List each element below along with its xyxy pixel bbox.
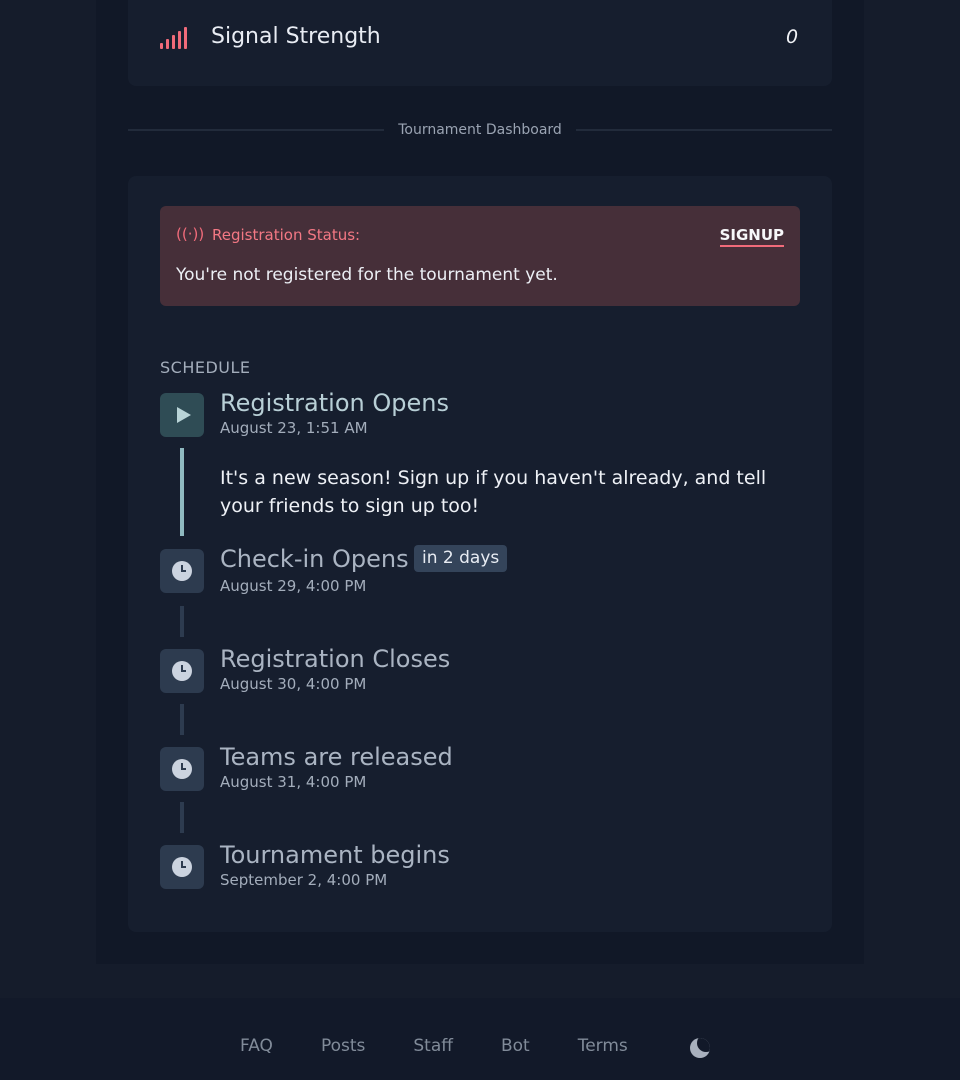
registration-status-alert [160, 206, 800, 306]
schedule-heading: SCHEDULE [160, 358, 251, 377]
broadcast-icon: ((·)) [176, 225, 205, 243]
footer-link-staff[interactable]: Staff [413, 1036, 453, 1056]
divider-line-right [575, 129, 832, 131]
signal-bars-icon [160, 27, 188, 49]
footer-navigation: FAQ Posts Staff Bot Terms [240, 1036, 628, 1056]
event-status-tile [160, 393, 204, 437]
signal-strength-value: 0 [785, 26, 799, 48]
event-description: It's a new season! Sign up if you haven'… [220, 467, 767, 517]
event-time: August 30, 4:00 PM [220, 675, 367, 693]
event-time: August 31, 4:00 PM [220, 773, 367, 791]
event-status-tile [160, 549, 204, 593]
registration-status-label: Registration Status: [212, 226, 361, 244]
event-time: August 29, 4:00 PM [220, 577, 367, 595]
section-divider: Tournament Dashboard [128, 120, 832, 140]
registration-status-message: You're not registered for the tournament… [176, 265, 558, 285]
event-status-tile [160, 649, 204, 693]
event-status-tile [160, 747, 204, 791]
event-title: Tournament begins [220, 841, 450, 869]
timeline-connector [180, 802, 184, 833]
footer-link-posts[interactable]: Posts [321, 1036, 365, 1056]
clock-icon [172, 561, 192, 581]
clock-icon [172, 661, 192, 681]
time-until-badge: in 2 days [414, 545, 508, 572]
footer-link-bot[interactable]: Bot [501, 1036, 530, 1056]
event-title: Teams are released [220, 743, 453, 771]
timeline-connector [180, 448, 184, 536]
footer-link-terms[interactable]: Terms [578, 1036, 628, 1056]
timeline-connector [180, 606, 184, 637]
clock-icon [172, 759, 192, 779]
event-title: Registration Opens [220, 389, 449, 417]
event-status-tile [160, 845, 204, 889]
footer-link-faq[interactable]: FAQ [240, 1036, 273, 1056]
signal-strength-title: Signal Strength [211, 24, 381, 49]
timeline-connector [180, 704, 184, 735]
clock-icon [172, 857, 192, 877]
event-title: Registration Closes [220, 645, 451, 673]
play-icon [176, 407, 191, 423]
event-time: August 23, 1:51 AM [220, 419, 368, 437]
event-title: Check-in Opens [220, 545, 409, 573]
dashboard-title: Tournament Dashboard [398, 122, 562, 138]
divider-line-left [128, 129, 385, 131]
signup-link[interactable]: SIGNUP [719, 226, 784, 247]
event-time: September 2, 4:00 PM [220, 871, 388, 889]
moon-icon[interactable] [690, 1038, 710, 1058]
